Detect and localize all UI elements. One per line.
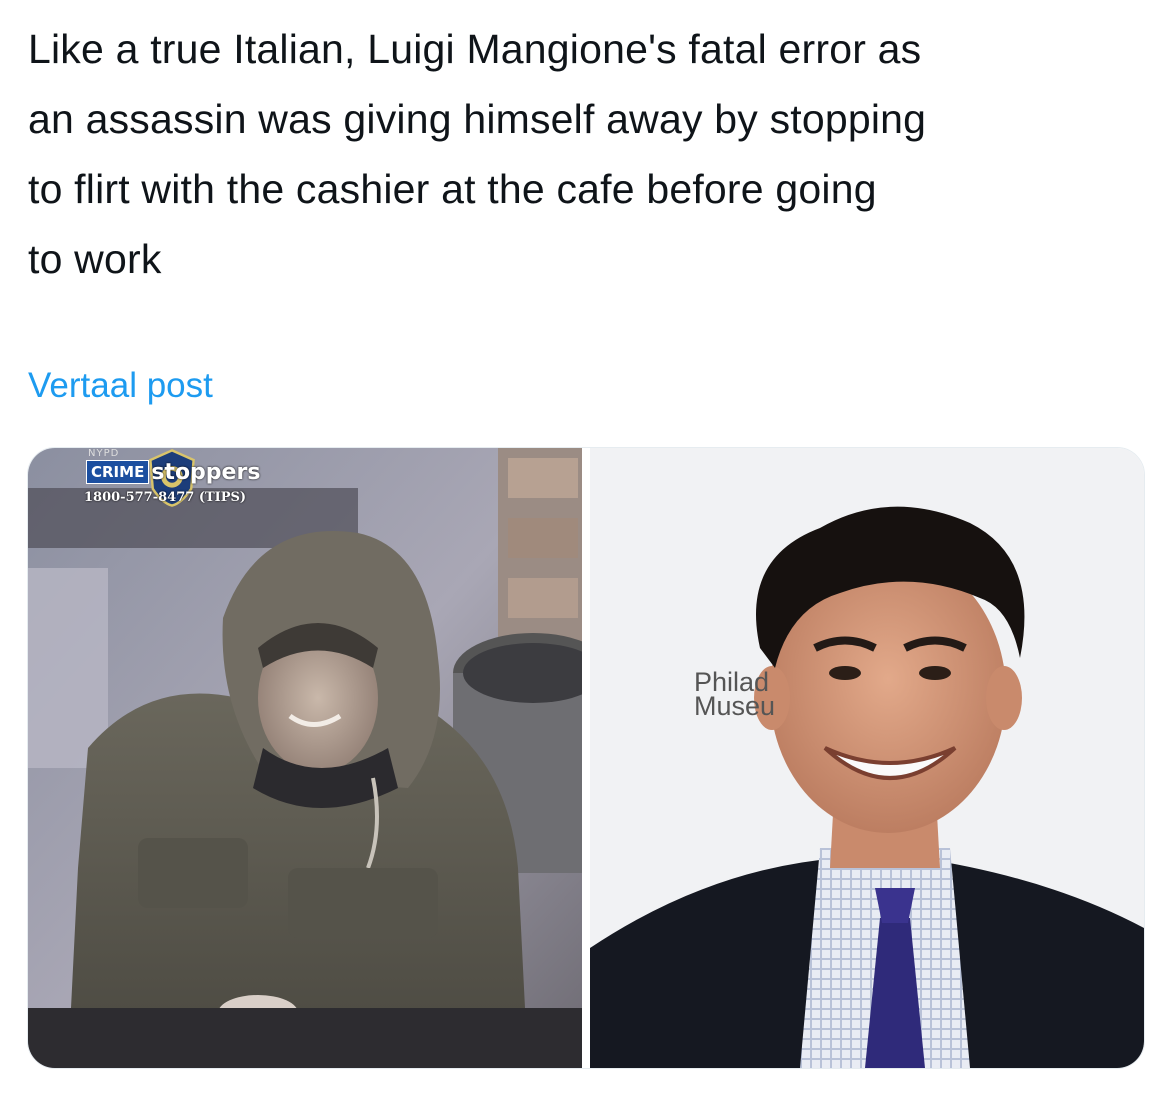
translate-post-link[interactable]: Vertaal post bbox=[28, 366, 213, 406]
portrait-photo[interactable]: Philad Museu bbox=[590, 448, 1144, 1068]
media-grid: NYPD CRIME stoppers 1800-577-8477 (TIPS) bbox=[27, 447, 1145, 1069]
surveillance-photo-image bbox=[28, 448, 582, 1068]
crime-label: CRIME bbox=[86, 460, 150, 484]
post-text-line: Like a true Italian, Luigi Mangione's fa… bbox=[28, 26, 922, 72]
tips-phone-number: 1800-577-8477 (TIPS) bbox=[84, 490, 247, 505]
post-text-line: to work bbox=[28, 236, 162, 282]
stoppers-label: stoppers bbox=[151, 459, 261, 485]
post-text-line: to flirt with the cashier at the cafe be… bbox=[28, 166, 877, 212]
surveillance-photo[interactable]: NYPD CRIME stoppers 1800-577-8477 (TIPS) bbox=[28, 448, 582, 1068]
crime-stoppers-overlay: NYPD CRIME stoppers 1800-577-8477 (TIPS) bbox=[32, 448, 312, 508]
backdrop-text-line: Museu bbox=[694, 691, 776, 719]
crime-stoppers-logo: CRIME stoppers bbox=[86, 458, 260, 486]
portrait-photo-image bbox=[590, 448, 1144, 1068]
backdrop-logo-text: Philad Museu bbox=[694, 670, 814, 718]
post-text: Like a true Italian, Luigi Mangione's fa… bbox=[28, 14, 1148, 294]
post-text-line: an assassin was giving himself away by s… bbox=[28, 96, 927, 142]
